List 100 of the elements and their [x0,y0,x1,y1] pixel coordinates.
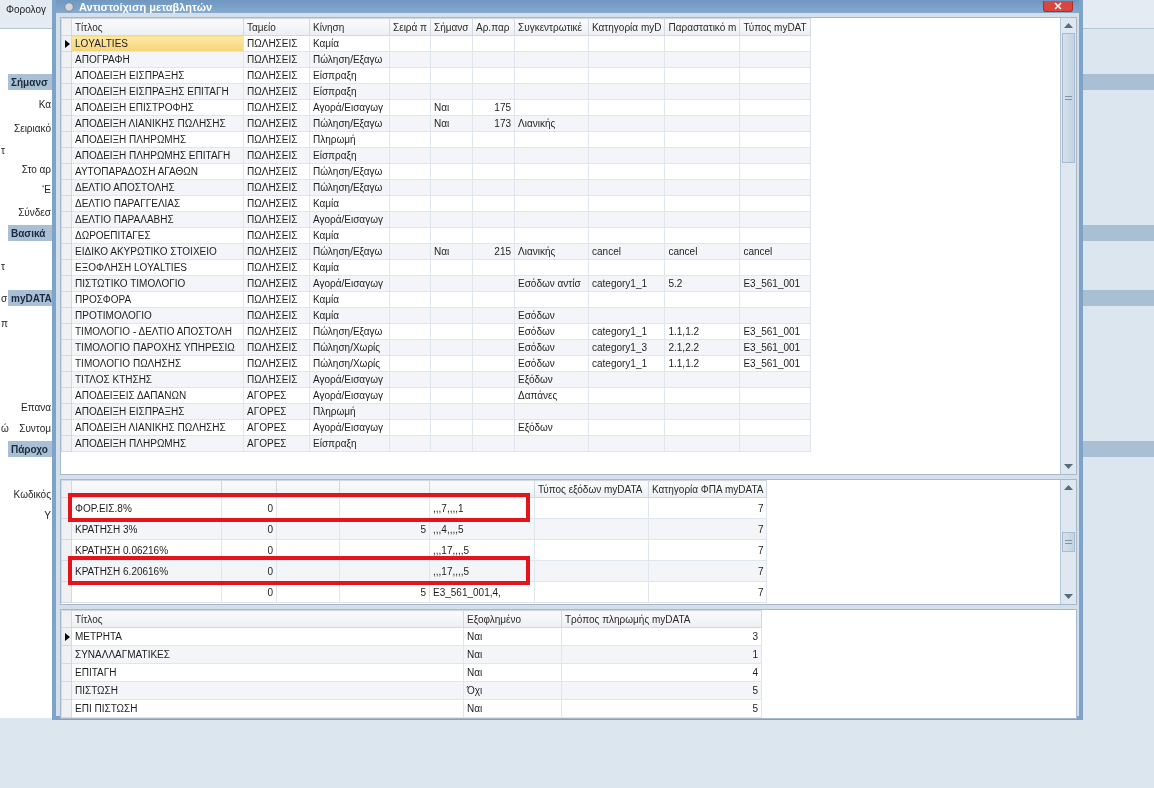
table-cell: ΑΠΟΔΕΙΞΗ ΛΙΑΝΙΚΗΣ ΠΩΛΗΣΗΣ [71,419,244,436]
table-cell: ΠΩΛΗΣΕΙΣ [243,323,310,340]
label-fragment: π [1,317,8,329]
table-cell: ΠΩΛΗΣΕΙΣ [243,355,310,372]
table-cell: ΑΠΟΔΕΙΞΗ ΕΙΣΠΡΑΞΗΣ [71,67,244,84]
column-header[interactable]: Παραστατικό m [664,18,740,36]
table-cell: ΠΩΛΗΣΕΙΣ [243,227,310,244]
table-cell: 1.1,1.2 [664,323,740,340]
table-cell: 3 [561,627,762,646]
column-header[interactable]: Κατηγορία ΦΠΑ myDATA [648,480,767,498]
table-cell: ΑΠΟΔΕΙΞΗ ΕΠΙΣΤΡΟΦΗΣ [71,99,244,116]
down-arrow-icon[interactable] [1064,594,1073,599]
section-header: Σήμανσ [11,76,48,88]
scrollbar-thumb[interactable] [1062,33,1075,163]
field-label: Υ [44,509,51,521]
table-cell: Εξόδων [514,419,589,436]
column-header[interactable]: Κίνηση [309,18,390,36]
down-arrow-icon[interactable] [1064,464,1073,469]
table-cell: ΠΩΛΗΣΕΙΣ [243,67,310,84]
table-cell: Πώληση/Εξαγω [309,163,390,180]
table-cell: ΠΡΟΣΦΟΡΑ [71,291,244,308]
table-cell: ΠΩΛΗΣΕΙΣ [243,131,310,148]
window-title: Αντιστοίχιση μεταβλητών [79,0,213,13]
table-cell: ΠΩΛΗΣΕΙΣ [243,259,310,276]
table-cell: E3_561_001 [739,323,811,340]
close-icon [1054,2,1062,10]
field-label: Συντομ [19,422,51,434]
table-cell: 175 [472,99,515,116]
section-header: myDATA [11,292,52,304]
section-header: Πάροχο [11,443,48,455]
row-header[interactable] [61,627,72,646]
table-cell: ΔΩΡΟΕΠΙΤΑΓΕΣ [71,227,244,244]
table-cell: category1_1 [588,323,665,340]
table-cell: ΤΙΜΟΛΟΓΙΟ ΠΩΛΗΣΗΣ [71,355,244,372]
field-label: Στο αρ [21,163,51,175]
field-label: Κα [38,98,51,110]
table-cell: Πώληση/Χωρίς [309,355,390,372]
table-cell: Ναι [430,99,473,116]
table-cell: Καμία [309,227,390,244]
up-arrow-icon[interactable] [1064,23,1073,28]
label-fragment: σ [1,292,8,304]
up-arrow-icon[interactable] [1064,485,1073,490]
table-cell: E3_561_001,4, [429,581,535,603]
table-cell: Ναι [463,627,562,646]
table-cell: 5 [561,699,762,718]
table-cell: Πώληση/Εξαγω [309,323,390,340]
column-header[interactable]: Σήμανσ [430,18,473,36]
column-header[interactable]: Τύπος εξόδων myDATA [534,480,649,498]
field-label: Σύνδεσ [18,206,51,218]
table-cell: Ναι [463,663,562,682]
table-cell: ΑΠΟΔΕΙΞΗ ΠΛΗΡΩΜΗΣ [71,131,244,148]
table-cell: ΠΩΛΗΣΕΙΣ [243,291,310,308]
table-cell: E3_561_001 [739,355,811,372]
table-cell: ΑΓΟΡΕΣ [243,419,310,436]
table-cell: ΔΕΛΤΙΟ ΠΑΡΑΓΓΕΛΙΑΣ [71,195,244,212]
section-header: Βασικά [11,227,46,239]
field-label: Σειριακό [14,122,51,134]
table-cell: Καμία [309,259,390,276]
table-cell: Καμία [309,291,390,308]
row-header[interactable] [61,35,72,52]
column-header[interactable]: Τίτλος [71,610,464,628]
label-fragment: τ [1,144,5,156]
label-fragment: ώ [1,422,9,434]
table-cell: ΑΠΟΔΕΙΞΕΙΣ ΔΑΠΑΝΩΝ [71,387,244,404]
table-cell: ΠΩΛΗΣΕΙΣ [243,163,310,180]
close-button[interactable] [1043,1,1073,12]
table-cell: Καμία [309,35,390,52]
field-label: ‘Ε [42,183,51,195]
table-cell: ΜΕΤΡΗΤΑ [71,627,464,646]
scrollbar[interactable] [1060,18,1076,474]
table-cell: Αγορά/Εισαγωγ [309,99,390,116]
app-title: Φορολογ [6,4,46,15]
table-cell: Εσόδων [514,355,589,372]
column-header[interactable]: Συγκεντρωτικέ [514,18,589,36]
table-cell: ΕΠΙΤΑΓΗ [71,663,464,682]
table-cell: category1_1 [588,355,665,372]
label-fragment: τ [1,260,5,272]
table-cell: Εσόδων [514,323,589,340]
table-cell: Δαπάνες [514,387,589,404]
table-cell: 1.1,1.2 [664,355,740,372]
column-header[interactable]: Τύπος myDAT [739,18,811,36]
column-header[interactable]: Αρ.παρ [472,18,515,36]
table-cell: Είσπραξη [309,67,390,84]
field-label: Επανα [21,401,51,413]
scrollbar[interactable] [1060,480,1076,604]
column-header[interactable]: Εξοφλημένο [463,610,562,628]
scrollbar-thumb[interactable] [1062,532,1075,552]
table-cell: ΑΥΤΟΠΑΡΑΔΟΣΗ ΑΓΑΘΩΝ [71,163,244,180]
table-cell: 7 [648,581,767,603]
table-cell: 4 [561,663,762,682]
table-cell: Καμία [309,195,390,212]
column-header[interactable]: Κατηγορία myD [588,18,665,36]
column-header[interactable]: Ταμείο [243,18,310,36]
table-cell: ΑΓΟΡΕΣ [243,387,310,404]
column-header[interactable]: Σειρά π [389,18,431,36]
table-cell: 7 [648,497,767,519]
table-cell: Ναι [463,699,562,718]
column-header[interactable]: Τίτλος [71,18,244,36]
table-cell: ΤΙΜΟΛΟΓΙΟ - ΔΕΛΤΙΟ ΑΠΟΣΤΟΛΗ [71,323,244,340]
column-header[interactable]: Τρόπος πληρωμής myDATA [561,610,762,628]
